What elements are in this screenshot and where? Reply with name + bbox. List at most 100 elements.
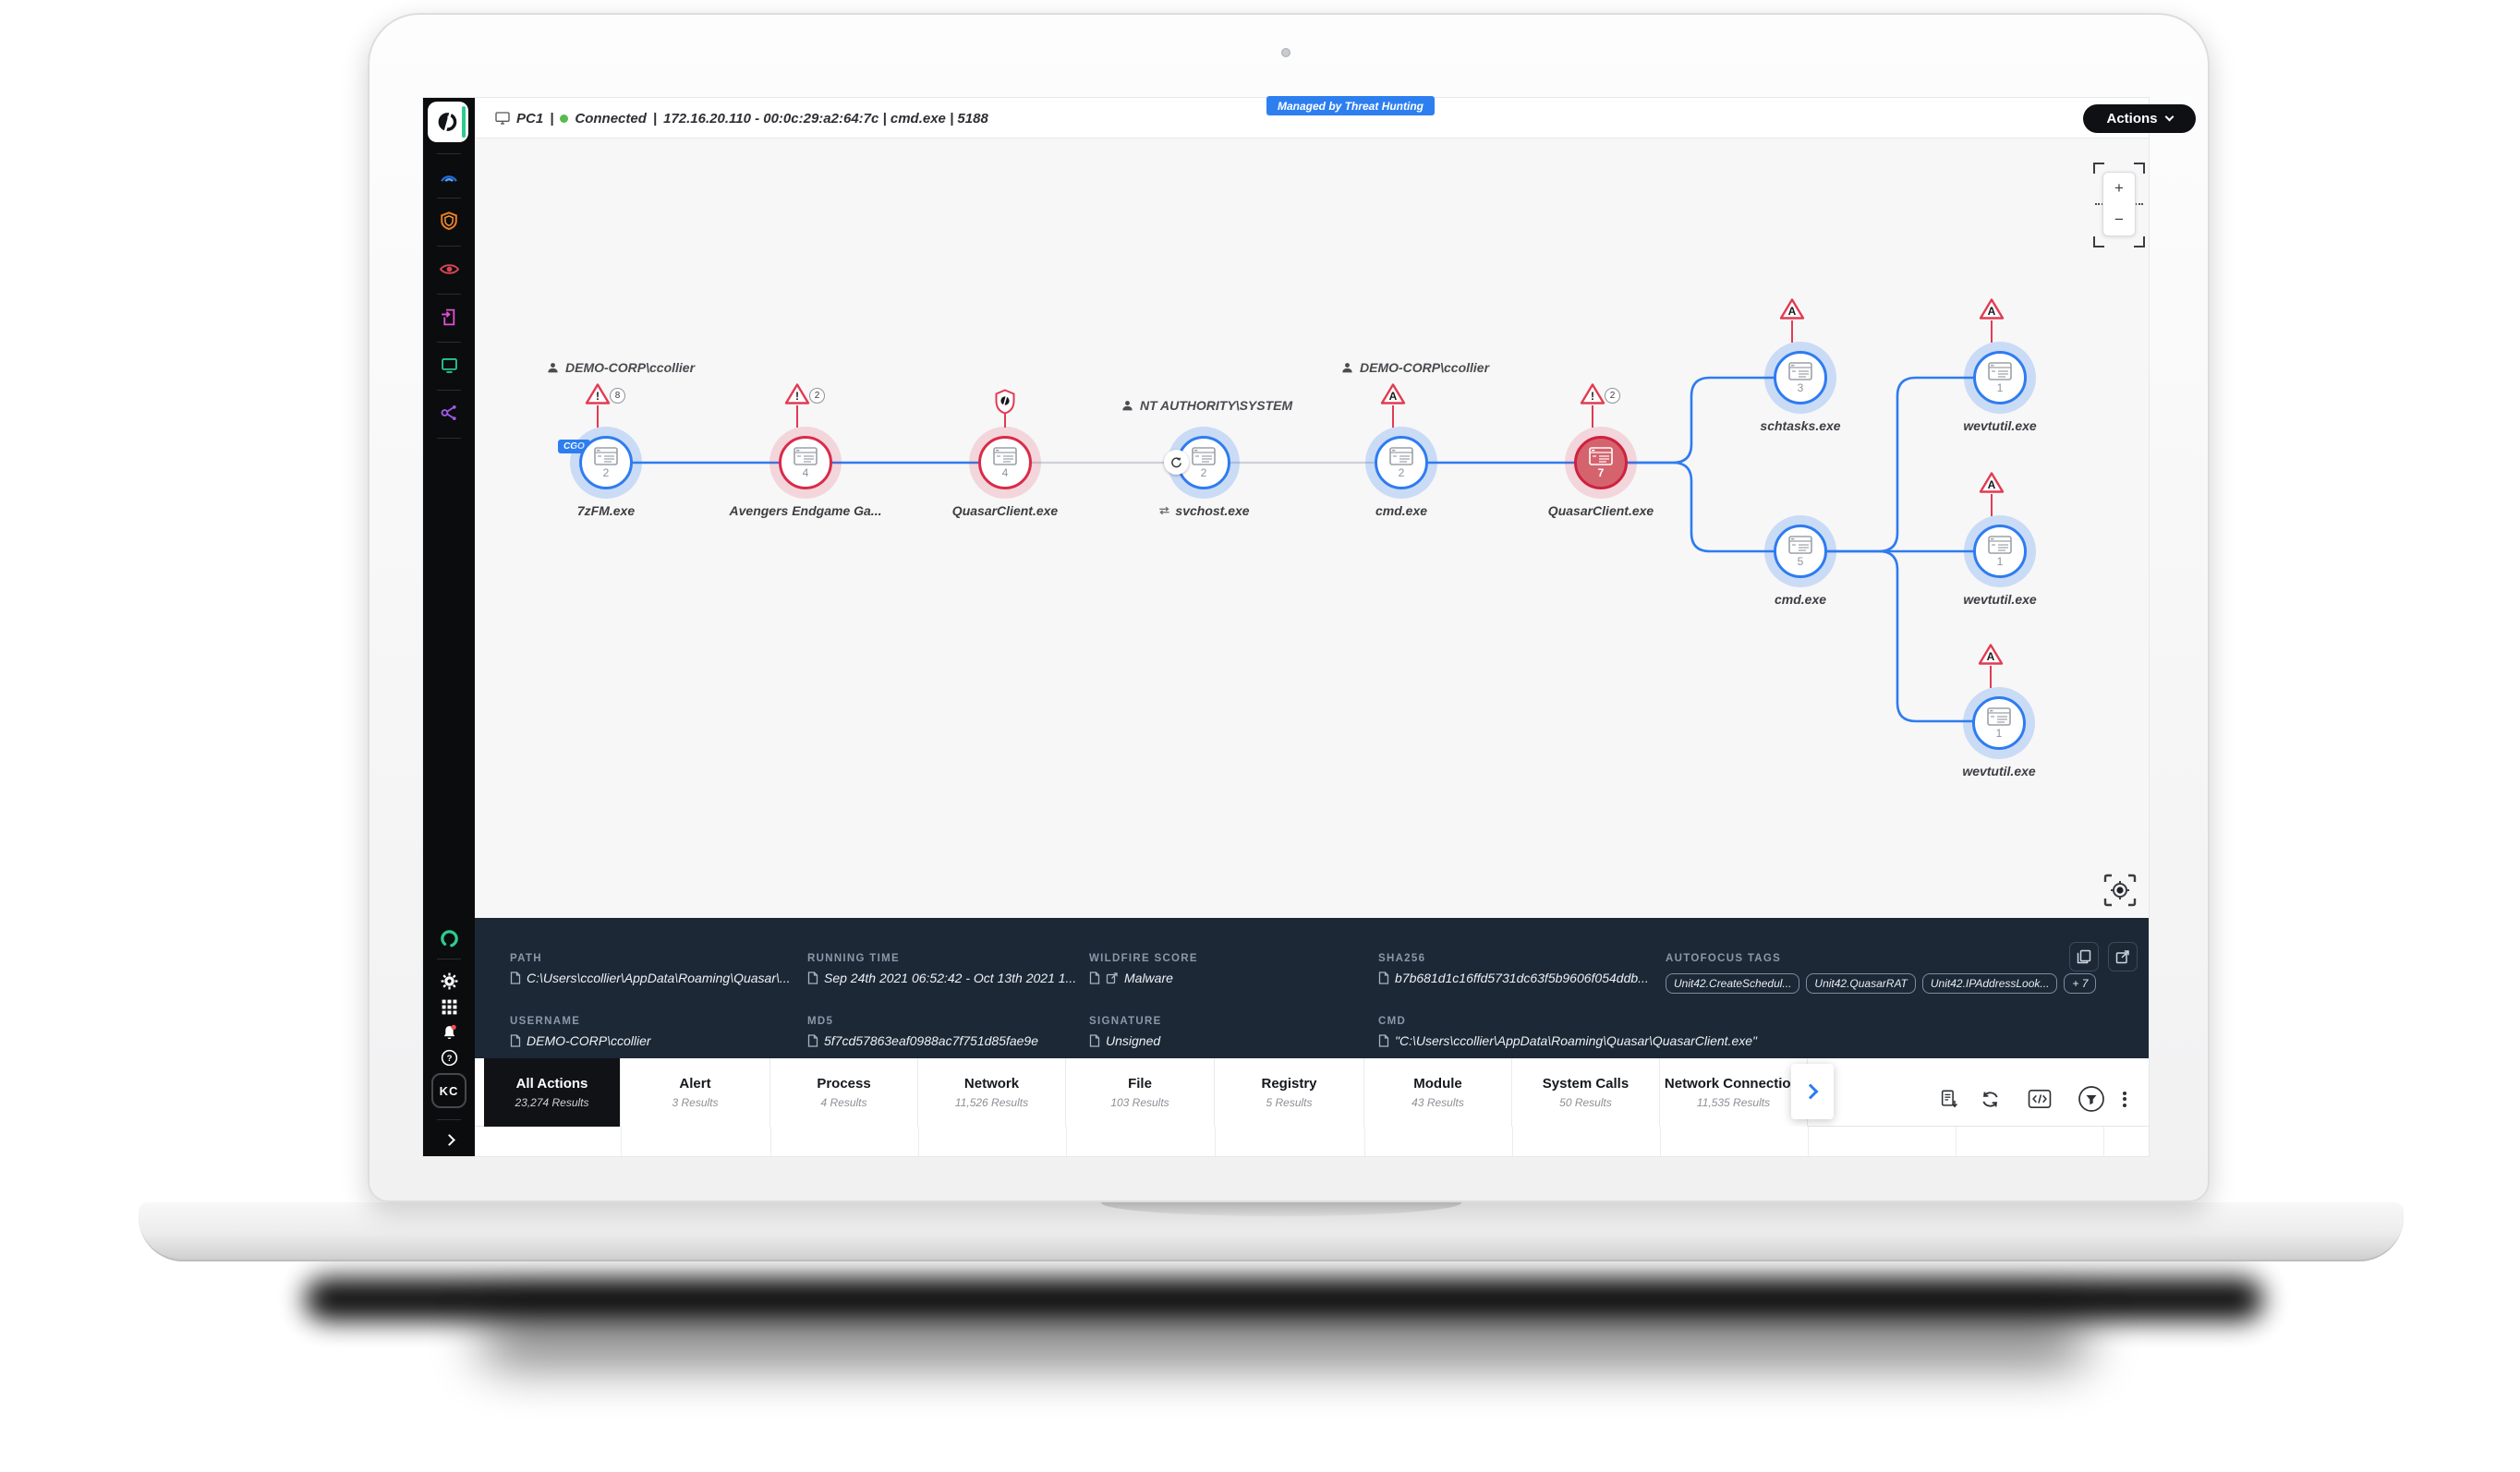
zoom-out-button[interactable]: − [2103, 204, 2135, 235]
svg-text:!: ! [1591, 390, 1594, 403]
alert-connector [597, 405, 599, 428]
node-circle[interactable]: 4 [978, 436, 1032, 489]
sidebar-item-help[interactable]: ? [423, 1044, 475, 1071]
node-circle[interactable]: 1 [1973, 525, 2027, 578]
node-count: 1 [1996, 728, 2003, 739]
alert-triangle-icon[interactable]: ! [784, 382, 810, 405]
copy-value-icon[interactable] [1378, 971, 1389, 984]
autofocus-tag[interactable]: Unit42.CreateSchedul... [1666, 973, 1799, 994]
field-value: Sep 24th 2021 06:52:42 - Oct 13th 2021 1… [824, 971, 1076, 985]
copy-value-icon[interactable] [1089, 1034, 1100, 1047]
tab-process[interactable]: Process4 Results [770, 1058, 918, 1127]
alert-triangle-icon[interactable]: ! [585, 382, 611, 405]
tab-file[interactable]: File103 Results [1066, 1058, 1215, 1127]
sidebar-item-endpoints[interactable] [423, 347, 475, 382]
query-builder-button[interactable] [2025, 1084, 2054, 1114]
field-cmd: CMD "C:\Users\ccollier\AppData\Roaming\Q… [1378, 1016, 1951, 1048]
field-label: RUNNING TIME [807, 953, 1094, 964]
chevron-right-icon [443, 1134, 455, 1146]
tab-network-connections[interactable]: Network Connectio...11,535 Results [1660, 1058, 1808, 1127]
sidebar-item-incidents[interactable] [423, 160, 475, 195]
cortex-xdr-logo[interactable] [428, 102, 468, 142]
alert-triangle-icon[interactable]: A [1979, 297, 2005, 320]
node-label: wevtutil.exe [1962, 764, 2035, 778]
alert-triangle-icon[interactable]: A [1979, 471, 2005, 494]
alert-triangle-icon[interactable]: A [1380, 382, 1406, 405]
more-tabs-button[interactable] [1791, 1064, 1834, 1119]
separator: | [550, 111, 553, 127]
open-external-button[interactable] [2108, 942, 2138, 971]
actions-tab-bar: All Actions23,274 Results Alert3 Results… [475, 1058, 2149, 1127]
copy-value-icon[interactable] [510, 1034, 521, 1047]
monitor-icon [495, 112, 510, 125]
results-table-top [475, 1127, 2149, 1156]
copy-pages-icon [2077, 949, 2091, 964]
filter-button[interactable] [2077, 1084, 2106, 1114]
tab-system-calls[interactable]: System Calls50 Results [1512, 1058, 1660, 1127]
node-circle[interactable]: 5 [1774, 525, 1827, 578]
actions-button[interactable]: Actions [2083, 104, 2196, 133]
laptop-screen-bezel: ? KC PC1 | Connected | 172.16.20.110 - 0… [368, 13, 2210, 1202]
zoom-in-button[interactable]: + [2103, 173, 2135, 204]
node-count: 2 [603, 467, 610, 478]
crop-corner [2134, 236, 2145, 247]
autofocus-tag-more[interactable]: + 7 [2064, 973, 2096, 994]
autofocus-tag[interactable]: Unit42.QuasarRAT [1806, 973, 1915, 994]
sidebar-item-xsoar[interactable] [423, 922, 475, 955]
alert-connector [1592, 405, 1593, 428]
sidebar-item-reports[interactable] [423, 299, 475, 334]
node-circle[interactable]: 4 [779, 436, 832, 489]
copy-value-icon[interactable] [807, 971, 818, 984]
alert-triangle-icon[interactable]: ! [1580, 382, 1605, 405]
tab-all-actions[interactable]: All Actions23,274 Results [484, 1058, 621, 1127]
alert-connector [1991, 494, 1993, 516]
autofocus-tag[interactable]: Unit42.IPAddressLook... [1922, 973, 2058, 994]
node-circle[interactable]: 2 [579, 436, 633, 489]
alert-triangle-icon[interactable]: A [1978, 643, 2004, 666]
copy-value-icon[interactable] [510, 971, 521, 984]
alert-triangle-icon[interactable]: A [1779, 297, 1805, 320]
alert-connector [1990, 666, 1992, 688]
sidebar-item-causality[interactable] [423, 395, 475, 430]
cortex-logo-icon [436, 110, 460, 134]
node-count: 5 [1798, 556, 1804, 567]
user-label: DEMO-CORP\ccollier [547, 360, 695, 375]
user-avatar[interactable]: KC [431, 1073, 466, 1108]
node-circle[interactable]: 3 [1774, 351, 1827, 404]
node-circle[interactable]: 7 [1574, 436, 1628, 489]
field-label: WILDFIRE SCORE [1089, 953, 1375, 964]
copy-value-icon[interactable] [1089, 971, 1100, 984]
tab-module[interactable]: Module43 Results [1364, 1058, 1512, 1127]
sidebar-item-threat-intel[interactable] [423, 251, 475, 286]
process-window-icon [794, 447, 818, 465]
node-circle[interactable]: 1 [1972, 696, 2026, 750]
process-window-icon [1988, 362, 2012, 380]
process-window-icon [993, 447, 1017, 465]
refresh-results-button[interactable] [1975, 1084, 2005, 1114]
node-label: schtasks.exe [1760, 418, 1840, 433]
copy-all-button[interactable] [2069, 942, 2099, 971]
open-report-icon[interactable] [1106, 971, 1119, 984]
field-value: "C:\Users\ccollier\AppData\Roaming\Quasa… [1395, 1033, 1757, 1048]
export-results-button[interactable] [1934, 1084, 1964, 1114]
alert-count-badge: 8 [610, 388, 625, 404]
notifications-bell-icon [440, 1023, 459, 1043]
process-window-icon [1192, 447, 1216, 465]
copy-value-icon[interactable] [807, 1034, 818, 1047]
node-circle[interactable]: 1 [1973, 351, 2027, 404]
node-circle[interactable]: 2 [1375, 436, 1428, 489]
more-options-button[interactable] [2115, 1084, 2134, 1114]
causality-graph-canvas[interactable]: DEMO-CORP\ccollier NT AUTHORITY\SYSTEM D… [475, 139, 2149, 918]
field-running-time: RUNNING TIME Sep 24th 2021 06:52:42 - Oc… [807, 953, 1094, 985]
user-label: DEMO-CORP\ccollier [1341, 360, 1489, 375]
tab-registry[interactable]: Registry5 Results [1215, 1058, 1364, 1127]
tab-alert[interactable]: Alert3 Results [621, 1058, 770, 1127]
sidebar-item-endpoint-security[interactable] [423, 203, 475, 238]
sidebar-collapse-button[interactable] [423, 1128, 475, 1151]
center-view-button[interactable] [2100, 870, 2140, 911]
filter-funnel-icon [2078, 1085, 2105, 1113]
copy-value-icon[interactable] [1378, 1034, 1389, 1047]
injected-process-icon [1164, 450, 1189, 475]
malware-shield-icon[interactable] [995, 389, 1015, 415]
tab-network[interactable]: Network11,526 Results [918, 1058, 1066, 1127]
